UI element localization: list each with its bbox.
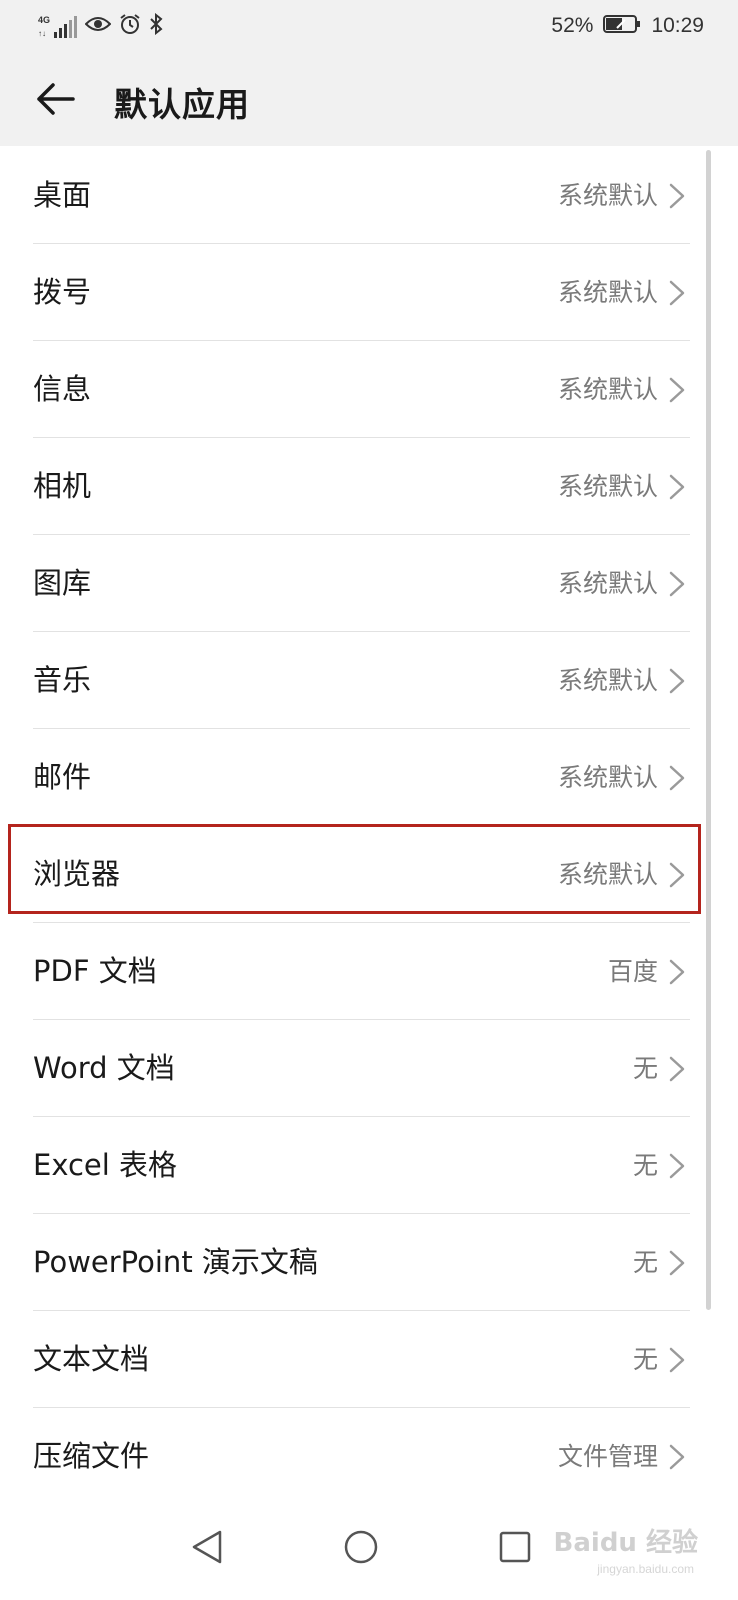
default-apps-list: 桌面 系统默认 拨号 系统默认 信息 系统默认 相机 系统默认 图库 系统默认 音乐 系统默认 邮件 系统… [0, 146, 738, 1500]
list-item-value: 百度 [607, 957, 658, 986]
list-item-value: 系统默认 [557, 666, 658, 695]
list-item-value: 无 [632, 1345, 658, 1374]
bluetooth-icon [149, 12, 163, 39]
list-item[interactable]: Word 文档 无 [0, 1020, 738, 1117]
list-item[interactable]: Excel 表格 无 [0, 1117, 738, 1214]
status-bar: 4G ↑↓ 52% 10:29 [0, 0, 738, 50]
list-item[interactable]: 信息 系统默认 [0, 341, 738, 438]
list-item-label: Excel 表格 [33, 1148, 178, 1182]
list-item[interactable]: 浏览器 系统默认 [0, 826, 738, 923]
list-item-label: PowerPoint 演示文稿 [33, 1245, 318, 1279]
chevron-right-icon [668, 958, 686, 986]
chevron-right-icon [668, 570, 686, 598]
battery-icon [603, 14, 641, 38]
list-item-value: 无 [632, 1248, 658, 1277]
chevron-right-icon [668, 376, 686, 404]
circle-home-icon [343, 1529, 379, 1569]
list-item-label: 邮件 [33, 760, 92, 794]
network-type-label: 4G [38, 15, 51, 25]
eye-comfort-icon [84, 14, 112, 38]
list-item-label: 图库 [33, 566, 92, 600]
list-item-value: 无 [632, 1151, 658, 1180]
list-item-value: 无 [632, 1054, 658, 1083]
chevron-right-icon [668, 182, 686, 210]
list-item-label: 浏览器 [33, 857, 121, 891]
list-item[interactable]: 音乐 系统默认 [0, 632, 738, 729]
chevron-right-icon [668, 1443, 686, 1471]
list-item-label: 相机 [33, 469, 92, 503]
list-item[interactable]: 拨号 系统默认 [0, 244, 738, 341]
watermark-url: jingyan.baidu.com [597, 1562, 694, 1576]
chevron-right-icon [668, 473, 686, 501]
back-arrow-icon [35, 82, 75, 120]
chevron-right-icon [668, 1055, 686, 1083]
list-item-label: 音乐 [33, 663, 92, 697]
chevron-right-icon [668, 1152, 686, 1180]
chevron-right-icon [668, 861, 686, 889]
clock: 10:29 [651, 14, 704, 37]
list-item[interactable]: 文本文档 无 [0, 1311, 738, 1408]
chevron-right-icon [668, 764, 686, 792]
nav-home-button[interactable] [336, 1524, 386, 1574]
signal-icon: 4G ↑↓ [38, 14, 78, 38]
list-item-value: 系统默认 [557, 763, 658, 792]
list-item-value: 系统默认 [557, 569, 658, 598]
list-item-value: 系统默认 [557, 375, 658, 404]
list-item-label: PDF 文档 [33, 954, 157, 988]
list-item[interactable]: 相机 系统默认 [0, 438, 738, 535]
list-item-value: 文件管理 [557, 1442, 658, 1471]
back-button[interactable] [30, 78, 80, 124]
list-item-value: 系统默认 [557, 278, 658, 307]
status-icons-left: 4G ↑↓ [38, 12, 163, 40]
list-item[interactable]: 桌面 系统默认 [0, 147, 738, 244]
app-bar: 默认应用 [0, 50, 738, 146]
battery-percent: 52% [551, 14, 594, 37]
chevron-right-icon [668, 279, 686, 307]
list-item-label: 压缩文件 [33, 1439, 150, 1473]
list-item[interactable]: PowerPoint 演示文稿 无 [0, 1214, 738, 1311]
list-item-label: Word 文档 [33, 1051, 175, 1085]
list-item-value: 系统默认 [557, 472, 658, 501]
list-item[interactable]: PDF 文档 百度 [0, 923, 738, 1020]
list-item-label: 拨号 [33, 275, 92, 309]
nav-back-button[interactable] [182, 1524, 232, 1574]
square-recents-icon [498, 1530, 532, 1568]
nav-recents-button[interactable] [490, 1524, 540, 1574]
watermark-logo: Baidu 经验 [553, 1528, 698, 1558]
list-item[interactable]: 图库 系统默认 [0, 535, 738, 632]
list-item-value: 系统默认 [557, 860, 658, 889]
chevron-right-icon [668, 1249, 686, 1277]
status-icons-right: 52% 10:29 [551, 12, 704, 40]
list-item[interactable]: 压缩文件 文件管理 [0, 1408, 738, 1505]
list-item[interactable]: 邮件 系统默认 [0, 729, 738, 826]
chevron-right-icon [668, 1346, 686, 1374]
triangle-back-icon [190, 1529, 224, 1569]
list-item-value: 系统默认 [557, 181, 658, 210]
page-title: 默认应用 [114, 85, 250, 124]
alarm-icon [119, 13, 141, 39]
navigation-bar: Baidu 经验 jingyan.baidu.com [0, 1500, 738, 1600]
list-item-label: 信息 [33, 372, 92, 406]
list-item-label: 文本文档 [33, 1342, 150, 1376]
list-item-label: 桌面 [33, 178, 92, 212]
chevron-right-icon [668, 667, 686, 695]
